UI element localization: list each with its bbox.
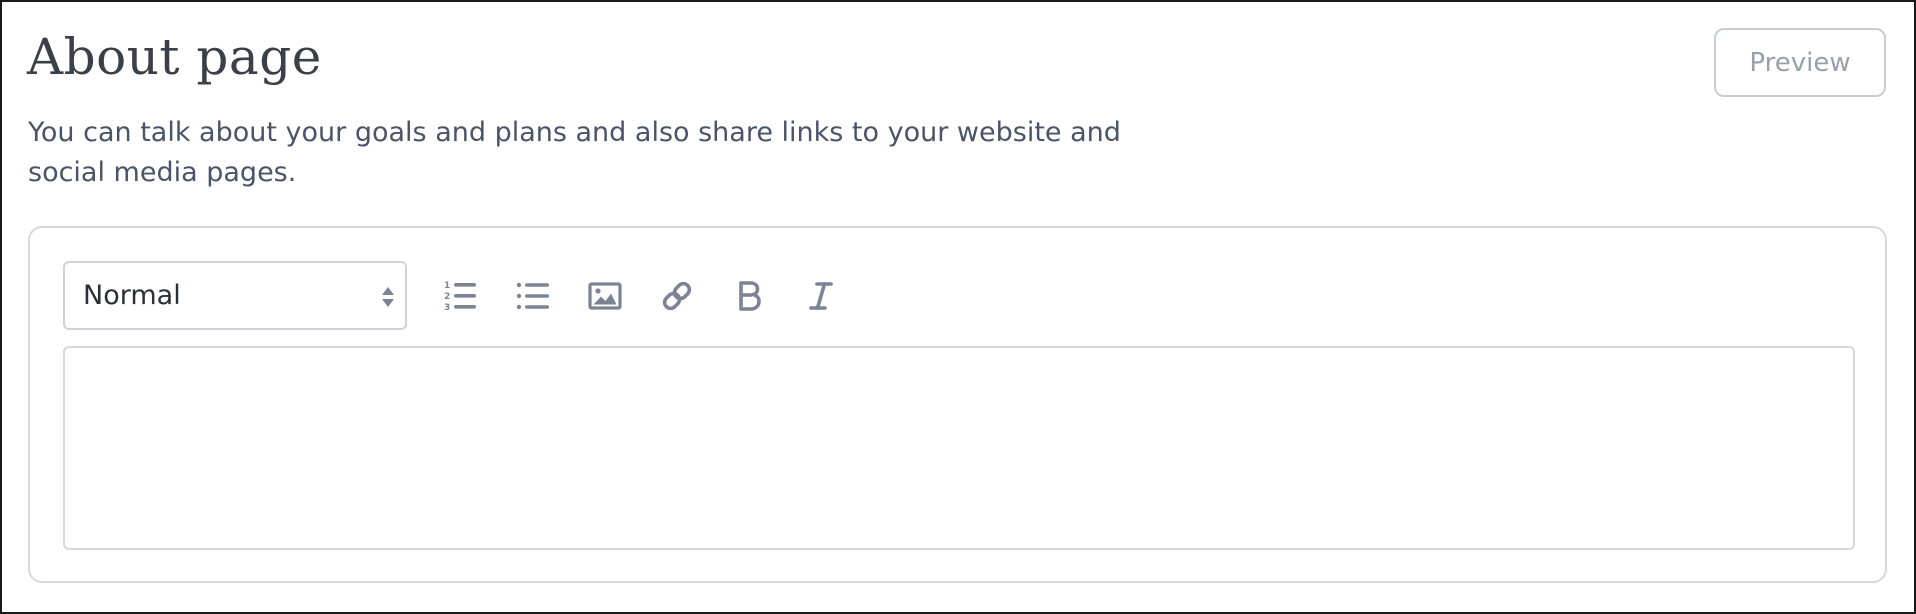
bold-icon [739, 281, 761, 311]
preview-button[interactable]: Preview [1714, 28, 1886, 97]
insert-image-button[interactable] [584, 275, 626, 317]
image-icon [588, 282, 622, 310]
editor-text-area[interactable] [63, 346, 1855, 550]
rich-text-editor: Normal 1 2 3 [28, 226, 1887, 583]
ordered-list-button[interactable]: 1 2 3 [440, 275, 482, 317]
bold-button[interactable] [728, 275, 770, 317]
svg-text:3: 3 [444, 303, 450, 313]
bulleted-list-button[interactable] [512, 275, 554, 317]
svg-text:1: 1 [444, 281, 450, 291]
italic-icon [809, 282, 833, 310]
insert-link-button[interactable] [656, 275, 698, 317]
svg-text:2: 2 [444, 292, 450, 302]
bulleted-list-icon [516, 282, 549, 310]
ordered-list-icon: 1 2 3 [444, 281, 476, 313]
about-page-panel: About page Preview You can talk about yo… [0, 0, 1916, 614]
italic-button[interactable] [800, 275, 842, 317]
link-icon [662, 281, 692, 311]
page-description: You can talk about your goals and plans … [28, 117, 1121, 188]
select-arrows-icon [382, 287, 394, 307]
format-select[interactable]: Normal [63, 261, 407, 330]
format-select-value: Normal [83, 280, 181, 311]
page-title: About page [27, 28, 322, 86]
